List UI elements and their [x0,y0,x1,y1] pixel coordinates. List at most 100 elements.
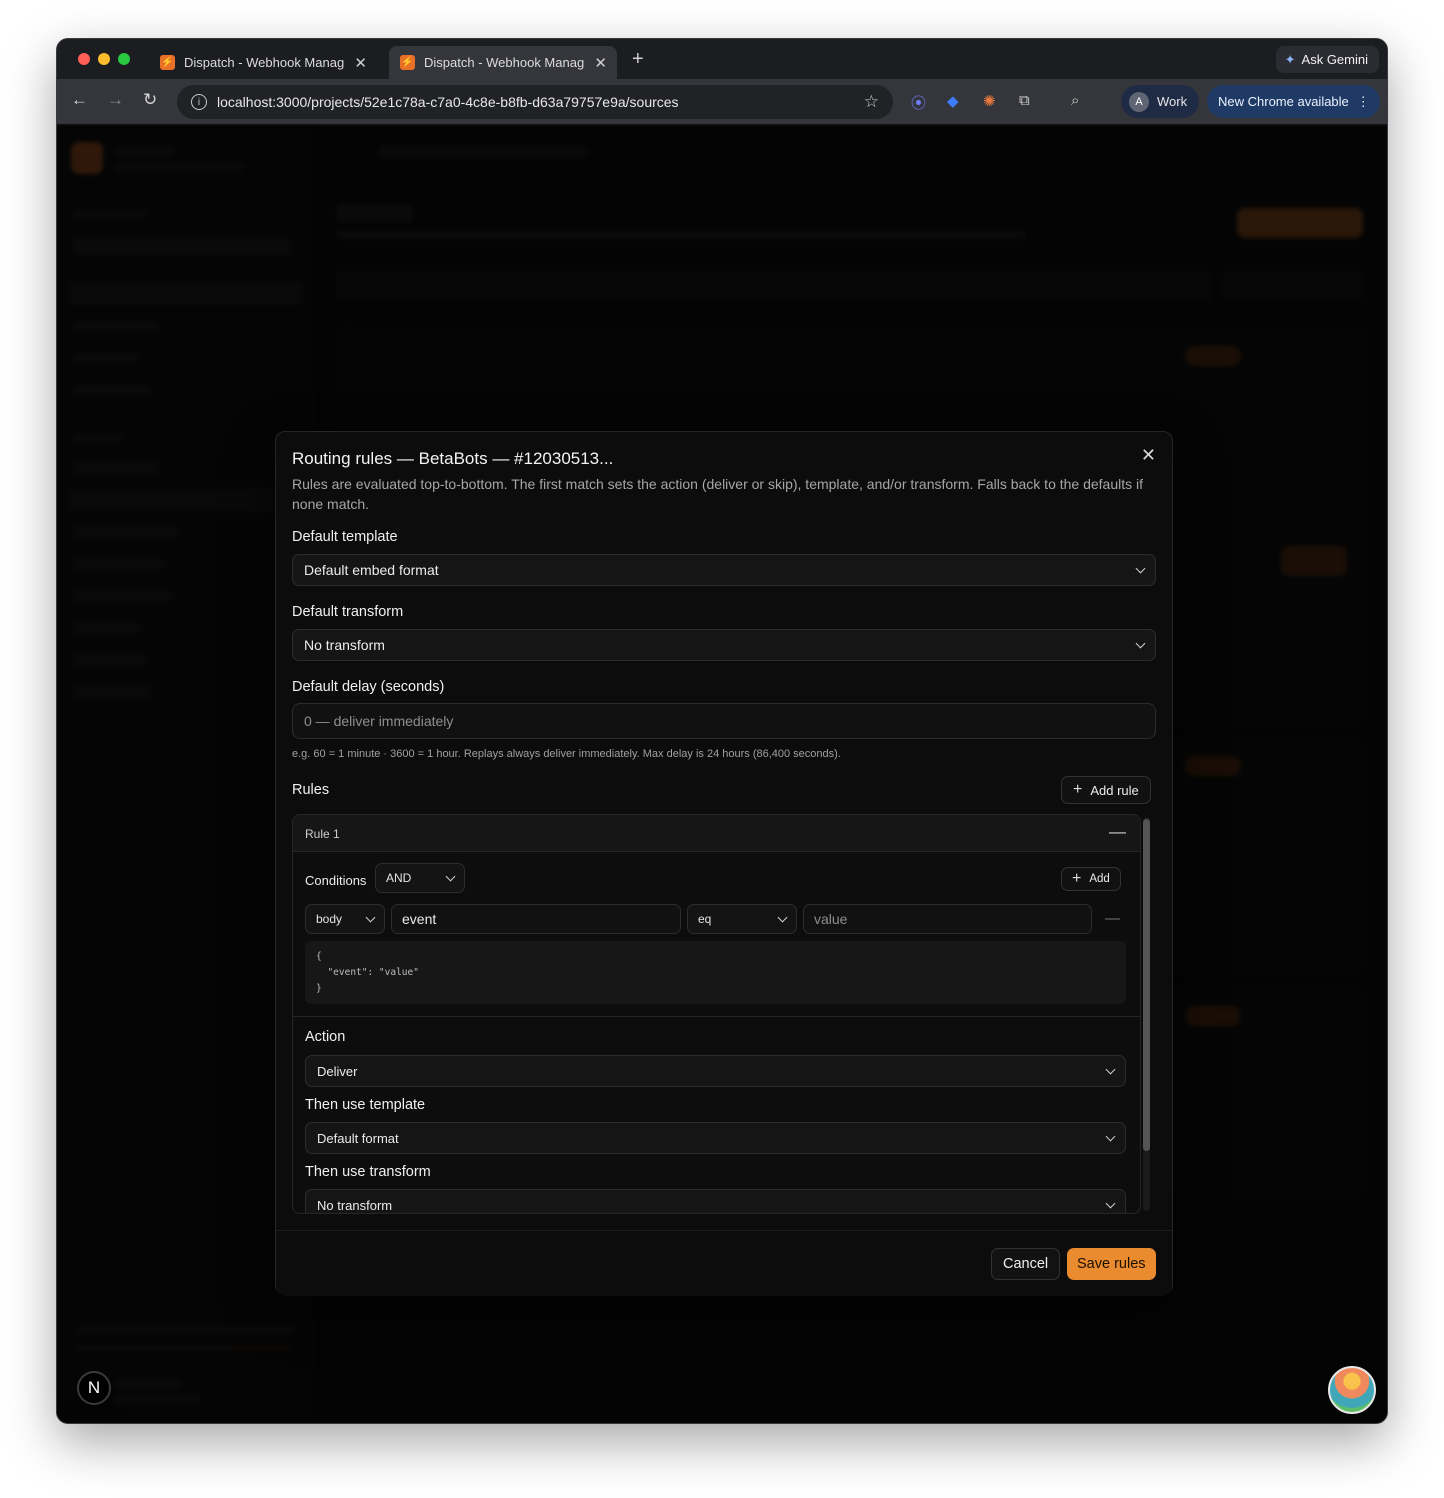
default-delay-label: Default delay (seconds) [292,679,445,695]
default-transform-value: No transform [304,637,385,653]
add-rule-button[interactable]: + Add rule [1061,776,1151,804]
maximize-window-button[interactable] [118,53,130,65]
chevron-down-icon [1135,563,1146,573]
condition-source-select[interactable]: body [305,904,385,934]
conditions-label: Conditions [305,873,367,888]
action-value: Deliver [317,1063,358,1079]
tab-search-icon[interactable]: ⌕ [1071,92,1079,109]
tab-close-icon[interactable]: ✕ [354,54,367,72]
condition-path-input[interactable]: event [391,904,681,934]
plus-icon: + [1072,870,1082,887]
kebab-menu-icon[interactable]: ⋮ [1357,94,1370,110]
then-template-value: Default format [317,1130,399,1146]
condition-operator-select[interactable]: eq [687,904,797,934]
add-rule-label: Add rule [1090,782,1139,798]
condition-path-value: event [402,911,437,927]
conditions-section: Conditions AND + Add body event eq value… [293,852,1140,1017]
logic-value: AND [386,871,412,885]
profile-chip[interactable]: A Work [1121,85,1200,118]
default-template-value: Default embed format [304,562,439,578]
rules-label: Rules [292,782,330,798]
tab-close-icon[interactable]: ✕ [594,54,607,72]
action-label: Action [305,1029,346,1045]
app-backdrop: N Routing rules — BetaBots — #12030513..… [57,126,1387,1423]
dialog-title: Routing rules — BetaBots — #12030513... [292,449,614,468]
default-delay-placeholder: 0 — deliver immediately [304,713,454,729]
default-transform-label: Default transform [292,604,404,620]
browser-window: ⚡ Dispatch - Webhook Manager ✕ ⚡ Dispatc… [56,38,1388,1424]
chevron-down-icon [1105,1198,1116,1208]
condition-value-placeholder: value [814,911,848,927]
minimize-window-button[interactable] [98,53,110,65]
then-transform-select[interactable]: No transform [305,1189,1126,1213]
condition-json-preview: { "event": "value" } [305,941,1126,1004]
save-rules-button[interactable]: Save rules [1067,1248,1156,1280]
extension-claude-icon[interactable]: ✺ [983,92,996,110]
extension-broadcast-icon[interactable]: ⦿ [911,92,926,113]
dialog-footer: Cancel Save rules [276,1230,1172,1296]
rule-name: Rule 1 [305,827,340,841]
default-delay-input[interactable]: 0 — deliver immediately [292,703,1156,739]
action-select[interactable]: Deliver [305,1055,1126,1087]
new-tab-icon[interactable]: + [632,48,644,71]
rules-scrollbar-thumb[interactable] [1143,819,1150,1151]
tab-title: Dispatch - Webhook Manager [424,55,585,70]
default-template-label: Default template [292,529,398,545]
chevron-down-icon [1105,1064,1116,1074]
chevron-down-icon [1135,638,1146,648]
default-template-select[interactable]: Default embed format [292,554,1156,586]
tab-inactive[interactable]: ⚡ Dispatch - Webhook Manager ✕ [149,46,377,79]
extensions-puzzle-icon[interactable]: ⧉ [1019,92,1030,109]
rules-list: Rule 1 — Conditions AND + Add body event… [292,814,1141,1214]
tab-active[interactable]: ⚡ Dispatch - Webhook Manager ✕ [389,46,617,79]
dialog-description: Rules are evaluated top-to-bottom. The f… [292,476,1144,512]
dispatch-favicon-icon: ⚡ [400,55,415,70]
then-transform-label: Then use transform [305,1164,431,1180]
chevron-down-icon [777,912,788,922]
condition-value-input[interactable]: value [803,904,1092,934]
then-transform-value: No transform [317,1197,393,1213]
back-icon[interactable]: ← [71,90,88,110]
rule-header: Rule 1 — [293,815,1140,852]
chevron-down-icon [1105,1131,1116,1141]
chrome-update-button[interactable]: New Chrome available ⋮ [1207,85,1380,118]
extension-tag-icon[interactable]: ◆ [947,92,959,110]
tab-title: Dispatch - Webhook Manager [184,55,345,70]
close-icon[interactable]: ✕ [1141,445,1156,466]
delay-hint: e.g. 60 = 1 minute · 3600 = 1 hour. Repl… [292,748,841,760]
nextjs-dev-indicator[interactable]: N [77,1371,111,1405]
conditions-logic-select[interactable]: AND [375,863,465,893]
url-text: localhost:3000/projects/52e1c78a-c7a0-4c… [217,94,679,110]
ask-gemini-button[interactable]: ✦ Ask Gemini [1275,46,1379,73]
close-window-button[interactable] [78,53,90,65]
chevron-down-icon [365,912,376,922]
rules-scrollbar[interactable] [1143,817,1150,1211]
tab-strip: ⚡ Dispatch - Webhook Manager ✕ ⚡ Dispatc… [57,39,1387,79]
add-condition-label: Add [1089,873,1110,885]
gemini-sparkle-icon: ✦ [1284,51,1296,67]
floating-assistant-avatar[interactable] [1328,1366,1376,1414]
bookmark-star-icon[interactable]: ☆ [864,92,879,112]
update-label: New Chrome available [1218,94,1349,109]
condition-source-value: body [316,912,343,926]
add-condition-button[interactable]: + Add [1061,867,1121,891]
profile-label: Work [1157,94,1188,109]
collapse-rule-icon[interactable]: — [1109,822,1126,842]
browser-toolbar: ← → ↻ i localhost:3000/projects/52e1c78a… [57,79,1387,125]
plus-icon: + [1073,781,1083,798]
condition-operator-value: eq [698,912,712,926]
forward-icon[interactable]: → [107,90,124,110]
profile-avatar: A [1129,91,1149,112]
cancel-button[interactable]: Cancel [991,1248,1061,1280]
routing-rules-dialog: Routing rules — BetaBots — #12030513... … [275,431,1173,1296]
reload-icon[interactable]: ↻ [143,90,157,110]
then-template-select[interactable]: Default format [305,1122,1126,1154]
chevron-down-icon [445,871,456,881]
remove-condition-icon[interactable]: — [1105,910,1120,927]
dispatch-favicon-icon: ⚡ [160,55,175,70]
ask-gemini-label: Ask Gemini [1301,52,1368,67]
default-transform-select[interactable]: No transform [292,629,1156,661]
address-bar[interactable]: i localhost:3000/projects/52e1c78a-c7a0-… [177,85,893,119]
site-info-icon[interactable]: i [191,94,207,110]
then-template-label: Then use template [305,1097,426,1113]
